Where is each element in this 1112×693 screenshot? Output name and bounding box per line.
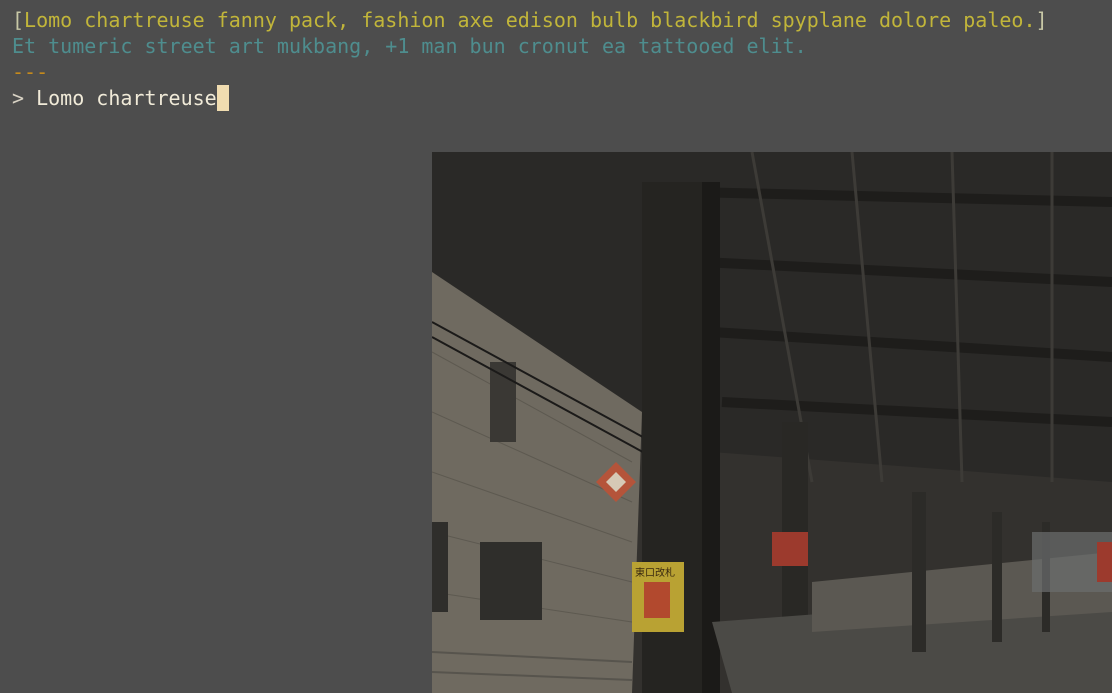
open-bracket: [ (12, 8, 25, 32)
result-title-line: [Lomo chartreuse fanny pack, fashion axe… (12, 7, 1048, 33)
result-subtitle: Et tumeric street art mukbang, +1 man bu… (12, 34, 807, 58)
result-title: Lomo chartreuse fanny pack, fashion axe … (24, 8, 1036, 32)
station-platform-image: 東口改札 (432, 152, 1112, 693)
prompt-input[interactable]: Lomo chartreuse (36, 86, 217, 110)
separator: --- (12, 60, 49, 84)
prompt-line[interactable]: > Lomo chartreuse (12, 85, 229, 111)
prompt-symbol: > (12, 86, 25, 110)
exit-sign-text: 東口改札 (635, 566, 675, 579)
close-bracket: ] (1035, 8, 1048, 32)
terminal-window: [Lomo chartreuse fanny pack, fashion axe… (0, 0, 1112, 693)
text-cursor (216, 85, 229, 111)
